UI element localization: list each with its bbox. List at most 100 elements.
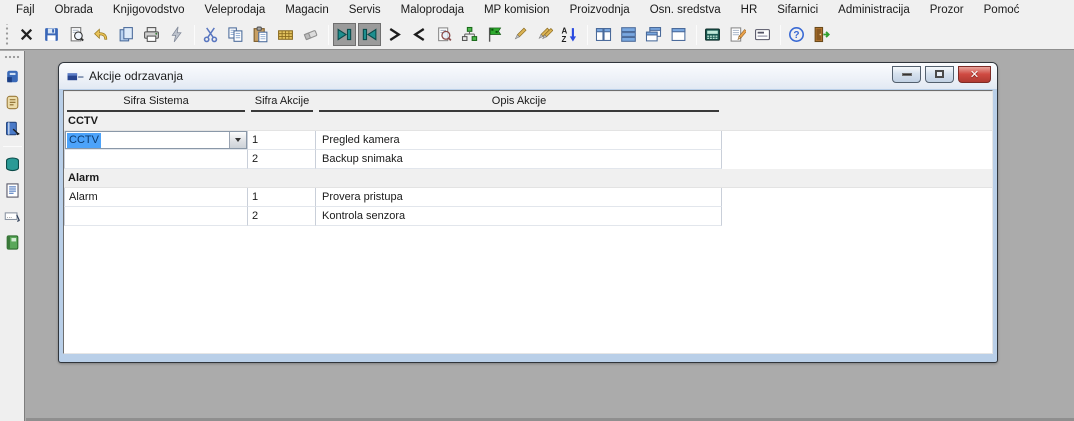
eraser-button[interactable]: [299, 23, 322, 46]
column-header-sifra-sistema: Sifra Sistema: [64, 92, 248, 112]
batch-grid-button[interactable]: [274, 23, 297, 46]
close-button[interactable]: ✕: [958, 66, 991, 83]
record-last-button[interactable]: [333, 23, 356, 46]
cascade-button[interactable]: [642, 23, 665, 46]
combobox-dropdown-button[interactable]: [229, 132, 246, 148]
cell-sifra-akcije[interactable]: 2: [248, 150, 316, 169]
data-row[interactable]: 2Backup snimaka: [64, 150, 992, 169]
help-button[interactable]: ?: [785, 23, 808, 46]
menu-knjigovodstvo[interactable]: Knjigovodstvo: [103, 2, 195, 18]
data-row[interactable]: 2Kontrola senzora: [64, 207, 992, 226]
less-button[interactable]: [408, 23, 431, 46]
cell-sifra-sistema[interactable]: [64, 150, 248, 169]
undo-button[interactable]: [90, 23, 113, 46]
window-title: Akcije odrzavanja: [89, 69, 892, 83]
menu-administracija[interactable]: Administracija: [828, 2, 920, 18]
sort-az-icon: AZ: [561, 26, 578, 43]
cell-sifra-akcije[interactable]: 1: [248, 131, 316, 150]
menu-sifarnici[interactable]: Sifarnici: [767, 2, 828, 18]
field-edit-button[interactable]: ...: [2, 206, 23, 227]
restore-button[interactable]: [925, 66, 954, 83]
flag-button[interactable]: [483, 23, 506, 46]
record-first-icon: [361, 26, 378, 43]
tree-button[interactable]: [458, 23, 481, 46]
menu-mp-komision[interactable]: MP komision: [474, 2, 560, 18]
scroll-button[interactable]: [2, 92, 23, 113]
cell-sifra-sistema[interactable]: Alarm: [64, 188, 248, 207]
exit-door-icon: [813, 26, 830, 43]
greater-button[interactable]: [383, 23, 406, 46]
tile-horizontal-button[interactable]: [617, 23, 640, 46]
pages-blue-button[interactable]: [115, 23, 138, 46]
sistem-combobox[interactable]: CCTV: [65, 131, 247, 149]
menu-servis[interactable]: Servis: [339, 2, 391, 18]
cut-button[interactable]: [199, 23, 222, 46]
cell-opis-akcije[interactable]: Pregled kamera: [316, 131, 722, 150]
pages-blue-icon: [118, 26, 135, 43]
calculator-button[interactable]: [701, 23, 724, 46]
search-page-button[interactable]: [433, 23, 456, 46]
printer-button[interactable]: [140, 23, 163, 46]
book-pen-button[interactable]: [2, 118, 23, 139]
menu-veleprodaja[interactable]: Veleprodaja: [195, 2, 276, 18]
menu-osn-sredstva[interactable]: Osn. sredstva: [640, 2, 731, 18]
notebook-green-button[interactable]: [2, 232, 23, 253]
paste-button[interactable]: [249, 23, 272, 46]
sidebar-grip[interactable]: [4, 55, 20, 60]
pen-icon: [511, 26, 528, 43]
menu-magacin[interactable]: Magacin: [275, 2, 338, 18]
combobox-value-area[interactable]: CCTV: [66, 132, 229, 148]
tile-vertical-button[interactable]: [592, 23, 615, 46]
edit-page-button[interactable]: [726, 23, 749, 46]
new-window-button[interactable]: [667, 23, 690, 46]
cell-opis-akcije[interactable]: Kontrola senzora: [316, 207, 722, 226]
pens-button[interactable]: [533, 23, 556, 46]
flag-icon: [486, 26, 503, 43]
close-x-button[interactable]: [15, 23, 38, 46]
row-filler: [722, 207, 992, 226]
menu-pomo-[interactable]: Pomoć: [974, 2, 1030, 18]
menu-obrada[interactable]: Obrada: [45, 2, 103, 18]
row-filler: [722, 188, 992, 207]
batch-grid-icon: [277, 26, 294, 43]
menu-maloprodaja[interactable]: Maloprodaja: [391, 2, 474, 18]
record-first-button[interactable]: [358, 23, 381, 46]
group-label: Alarm: [64, 169, 992, 187]
cut-icon: [202, 26, 219, 43]
minimize-button[interactable]: [892, 66, 921, 83]
menu-fajl[interactable]: Fajl: [6, 2, 45, 18]
exit-door-button[interactable]: [810, 23, 833, 46]
copy-button[interactable]: [224, 23, 247, 46]
print-preview-button[interactable]: [65, 23, 88, 46]
document-lines-button[interactable]: [2, 180, 23, 201]
document-lines-icon: [4, 182, 21, 199]
save-button[interactable]: [40, 23, 63, 46]
window-icon: [67, 69, 84, 84]
paste-icon: [252, 26, 269, 43]
toolbar-grip[interactable]: [3, 24, 11, 46]
row-filler: [722, 150, 992, 169]
lightning-button[interactable]: [165, 23, 188, 46]
data-row[interactable]: Alarm1Provera pristupa: [64, 188, 992, 207]
form-blue-button[interactable]: [2, 66, 23, 87]
cell-opis-akcije[interactable]: Backup snimaka: [316, 150, 722, 169]
sort-az-button[interactable]: AZ: [558, 23, 581, 46]
menu-proizvodnja[interactable]: Proizvodnja: [560, 2, 640, 18]
menu-hr[interactable]: HR: [731, 2, 768, 18]
new-window-icon: [670, 26, 687, 43]
cell-opis-akcije[interactable]: Provera pristupa: [316, 188, 722, 207]
cell-sifra-akcije[interactable]: 2: [248, 207, 316, 226]
database-button[interactable]: [2, 154, 23, 175]
data-row[interactable]: CCTV 1Pregled kamera: [64, 131, 992, 150]
cell-sifra-sistema[interactable]: CCTV: [64, 131, 248, 150]
menu-prozor[interactable]: Prozor: [920, 2, 974, 18]
window-titlebar[interactable]: Akcije odrzavanja ✕: [59, 63, 997, 89]
message-button[interactable]: [751, 23, 774, 46]
cell-sifra-akcije[interactable]: 1: [248, 188, 316, 207]
printer-icon: [143, 26, 160, 43]
toolbar-separator: [696, 25, 697, 45]
toolbar-separator: [780, 25, 781, 45]
pen-button[interactable]: [508, 23, 531, 46]
field-edit-icon: ...: [4, 208, 21, 225]
cell-sifra-sistema[interactable]: [64, 207, 248, 226]
